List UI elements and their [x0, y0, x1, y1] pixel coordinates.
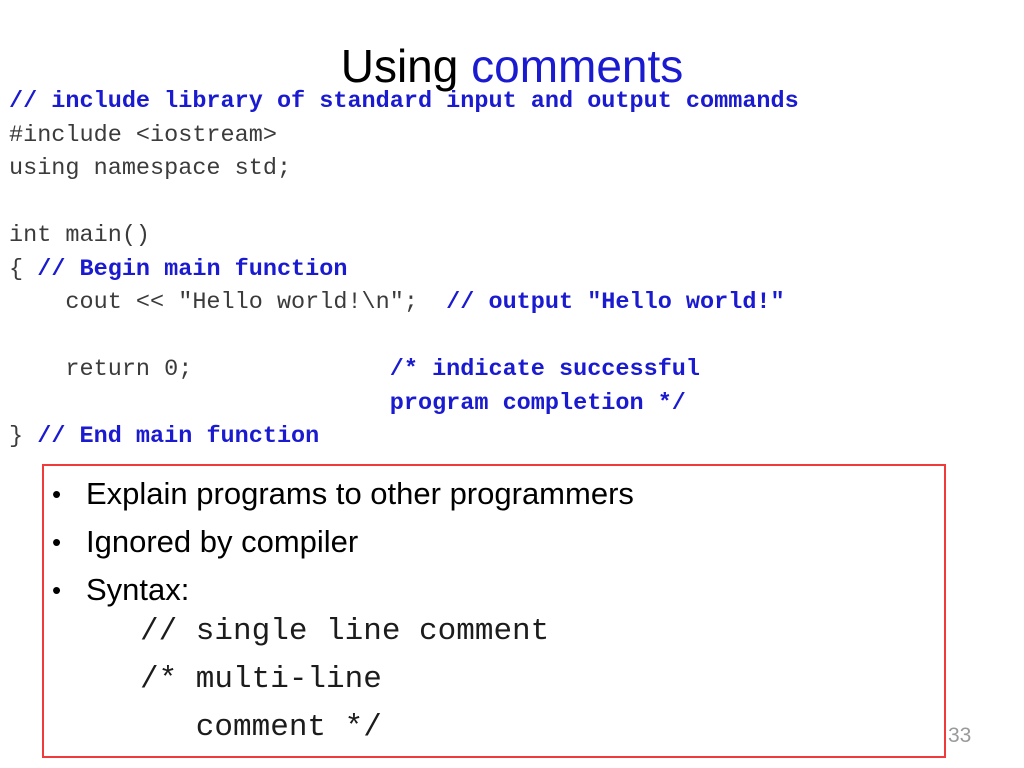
list-item: • Explain programs to other programmers: [52, 470, 940, 518]
code-line: return 0; /* indicate successful: [9, 353, 1017, 387]
syntax-sample-block: // single line comment /* multi-line comm…: [140, 608, 549, 752]
code-line: using namespace std;: [9, 152, 1017, 186]
code-source-text: return 0;: [9, 356, 390, 383]
syntax-sample-line: comment */: [140, 710, 382, 745]
bullet-icon: •: [52, 527, 62, 557]
page-title-accent: comments: [471, 39, 684, 92]
code-line: // include library of standard input and…: [9, 85, 1017, 119]
code-source-text: {: [9, 255, 38, 283]
code-sample-block: // include library of standard input and…: [9, 85, 1017, 454]
bullet-icon: •: [52, 479, 62, 509]
code-comment-text: // output "Hello world!": [446, 289, 785, 316]
code-line: program completion */: [9, 387, 1017, 421]
code-line: { // Begin main function: [9, 253, 1017, 287]
code-source-text: int main(): [9, 222, 151, 249]
syntax-sample-line: /* multi-line: [140, 662, 382, 697]
bullet-icon: •: [52, 575, 62, 605]
code-source-text: cout << "Hello world!\n";: [9, 289, 447, 316]
code-line: cout << "Hello world!\n"; // output "Hel…: [9, 286, 1017, 320]
code-line: } // End main function: [9, 420, 1017, 454]
bullet-list: • Explain programs to other programmers • I…: [52, 470, 940, 614]
code-line: #include <iostream>: [9, 119, 1017, 153]
code-source-text: using namespace std;: [9, 155, 292, 182]
code-source-text: }: [9, 423, 38, 450]
code-source-text: [9, 390, 390, 417]
code-comment-text: // End main function: [37, 423, 320, 450]
code-line: int main(): [9, 219, 1017, 253]
list-item: • Syntax:: [52, 566, 940, 614]
list-item: • Ignored by compiler: [52, 518, 940, 566]
list-item-label: Ignored by compiler: [86, 524, 359, 559]
page-number: 33: [948, 724, 972, 747]
code-comment-text: program completion */: [389, 389, 686, 417]
code-comment-text: // include library of standard input and…: [9, 88, 799, 115]
list-item-label: Explain programs to other programmers: [86, 476, 634, 511]
code-comment-text: // Begin main function: [37, 255, 348, 283]
code-comment-text: /* indicate successful: [389, 356, 701, 383]
code-source-text: #include <iostream>: [9, 121, 277, 149]
syntax-sample-line: // single line comment: [140, 614, 550, 649]
page-title-plain: Using: [340, 39, 472, 92]
list-item-label: Syntax:: [86, 572, 190, 607]
